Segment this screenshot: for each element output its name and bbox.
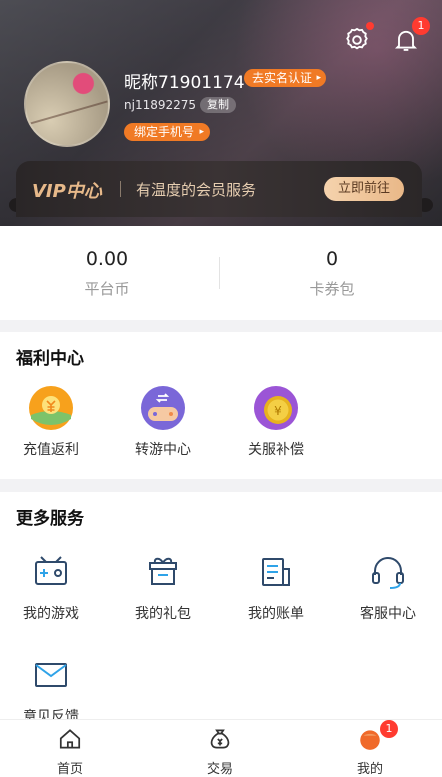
welfare-item-game-transfer[interactable]: 转游中心 bbox=[113, 385, 213, 459]
tab-home[interactable]: 首页 bbox=[30, 726, 110, 777]
gift-icon bbox=[140, 549, 186, 595]
service-item-label: 我的账单 bbox=[248, 606, 304, 622]
notification-count-badge: 1 bbox=[412, 17, 430, 35]
platform-coin-label: 平台币 bbox=[84, 280, 130, 298]
wallet-divider bbox=[219, 257, 220, 289]
vip-tagline: 有温度的会员服务 bbox=[136, 181, 257, 199]
vip-divider bbox=[120, 181, 121, 197]
vip-go-button[interactable]: 立即前往 bbox=[324, 177, 404, 201]
profile-page: 1 昵称71901174 去实名认证 nj11892275 复制 绑定手机号 V… bbox=[0, 0, 442, 777]
welfare-item-label: 关服补偿 bbox=[248, 442, 304, 458]
avatar[interactable] bbox=[24, 61, 110, 147]
tab-label: 我的 bbox=[356, 762, 383, 777]
coupon-wallet-label: 卡券包 bbox=[309, 280, 355, 298]
tab-label: 交易 bbox=[206, 762, 233, 777]
welfare-section: 福利中心 充值返利 转游中心 ¥ 关服补偿 bbox=[0, 332, 442, 479]
bind-phone-button[interactable]: 绑定手机号 bbox=[124, 123, 211, 141]
headset-icon bbox=[365, 549, 411, 595]
service-item-customer-service[interactable]: 客服中心 bbox=[338, 549, 438, 623]
bottom-tab-bar: 首页 交易 1 我的 bbox=[0, 719, 442, 777]
service-item-my-games[interactable]: 我的游戏 bbox=[1, 549, 101, 623]
platform-coin-value: 0.00 bbox=[85, 248, 129, 270]
game-console-icon bbox=[28, 549, 74, 595]
welfare-item-label: 充值返利 bbox=[23, 442, 79, 458]
coupon-wallet-item[interactable]: 0 卡券包 bbox=[272, 248, 392, 299]
svg-text:¥: ¥ bbox=[274, 404, 282, 418]
realname-verify-button[interactable]: 去实名认证 bbox=[244, 69, 327, 87]
tab-label: 首页 bbox=[56, 762, 83, 777]
vip-logo: VIP中心 bbox=[32, 181, 102, 202]
service-item-my-gifts[interactable]: 我的礼包 bbox=[113, 549, 213, 623]
coupon-wallet-value: 0 bbox=[325, 248, 339, 270]
service-item-label: 客服中心 bbox=[360, 606, 416, 622]
more-services-title: 更多服务 bbox=[16, 509, 84, 529]
bill-icon bbox=[253, 549, 299, 595]
welfare-title: 福利中心 bbox=[16, 349, 84, 369]
service-item-feedback[interactable]: 意见反馈 bbox=[1, 652, 101, 727]
account-id: nj11892275 bbox=[124, 98, 197, 112]
service-item-label: 我的礼包 bbox=[135, 606, 191, 622]
service-item-my-bills[interactable]: 我的账单 bbox=[226, 549, 326, 623]
welfare-item-server-compensation[interactable]: ¥ 关服补偿 bbox=[226, 385, 326, 459]
nickname: 昵称71901174 bbox=[124, 73, 245, 93]
service-item-label: 我的游戏 bbox=[23, 606, 79, 622]
recharge-rebate-icon bbox=[28, 385, 74, 431]
money-bag-icon bbox=[210, 729, 230, 749]
settings-notification-dot bbox=[366, 22, 374, 30]
gear-icon bbox=[346, 27, 368, 50]
platform-coin-item[interactable]: 0.00 平台币 bbox=[47, 248, 167, 299]
copy-button[interactable]: 复制 bbox=[200, 97, 236, 113]
home-icon bbox=[59, 729, 81, 749]
notifications-button[interactable]: 1 bbox=[390, 17, 430, 56]
more-services-section: 更多服务 我的游戏 我的礼包 我的账单 客服中心 意见反馈 bbox=[0, 492, 442, 727]
welfare-item-recharge-rebate[interactable]: 充值返利 bbox=[1, 385, 101, 459]
wallet-summary: 0.00 平台币 0 卡券包 bbox=[0, 226, 442, 320]
settings-button[interactable] bbox=[341, 22, 374, 56]
tab-mine-badge: 1 bbox=[380, 720, 398, 738]
mail-icon bbox=[28, 652, 74, 698]
vip-card[interactable]: VIP中心 有温度的会员服务 立即前往 bbox=[16, 161, 422, 217]
welfare-item-label: 转游中心 bbox=[135, 442, 191, 458]
tab-mine[interactable]: 1 我的 bbox=[330, 720, 410, 777]
game-transfer-icon bbox=[140, 385, 186, 431]
server-close-compensation-icon: ¥ bbox=[253, 385, 299, 431]
tab-trade[interactable]: 交易 bbox=[180, 726, 260, 777]
